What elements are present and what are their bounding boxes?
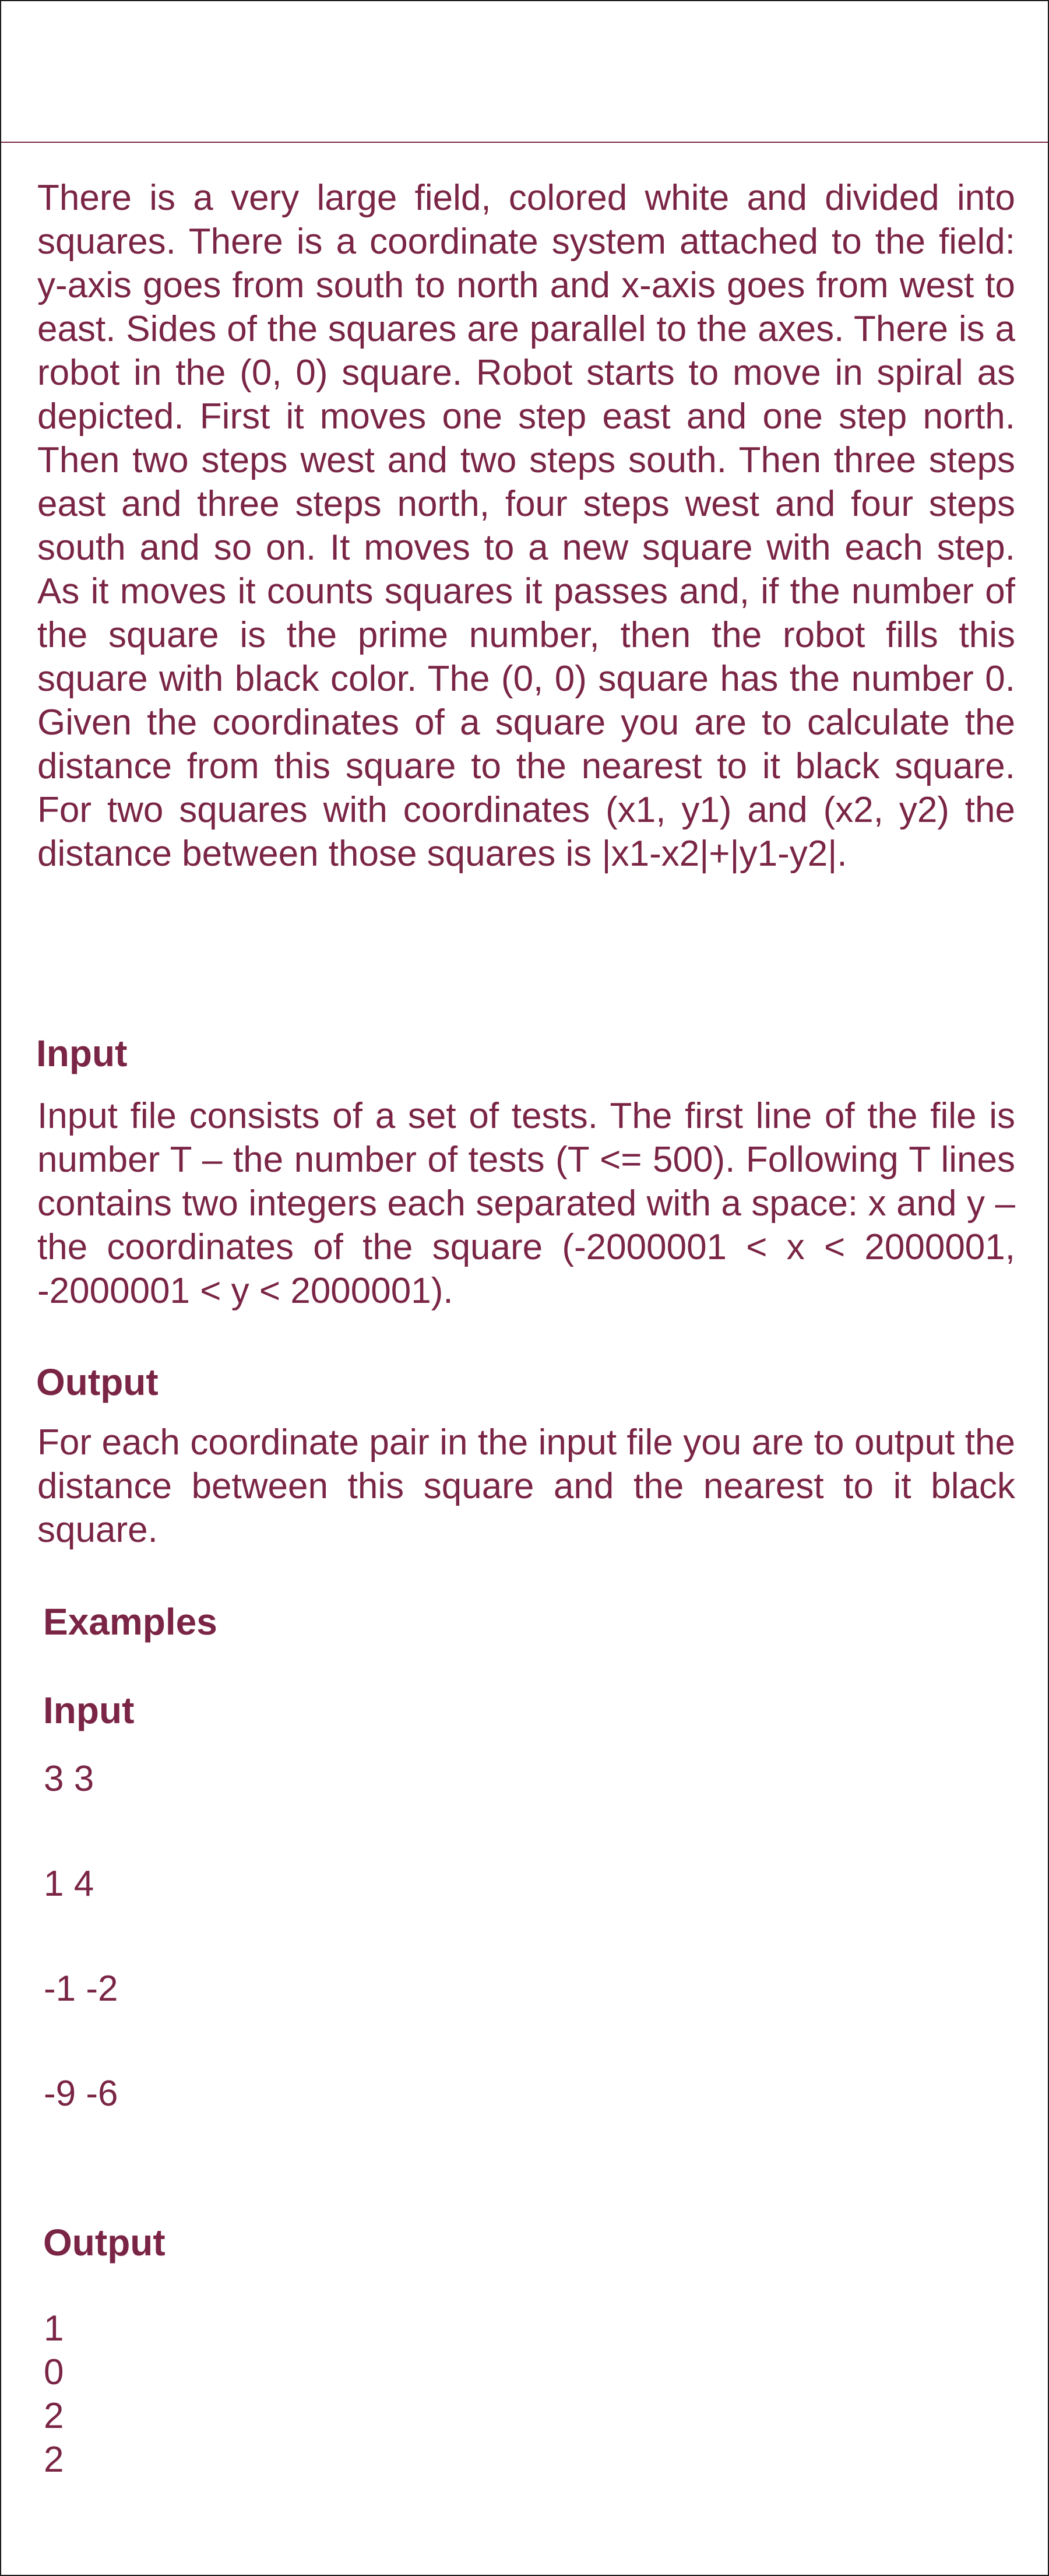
sample-output-line: 1 (44, 2308, 64, 2349)
sample-output-label: Output (43, 2222, 166, 2264)
problem-frame: There is a very large field, colored whi… (0, 0, 1049, 2576)
sample-output-line: 2 (44, 2440, 64, 2480)
problem-statement: There is a very large field, colored whi… (37, 178, 1015, 874)
input-heading: Input (36, 1032, 128, 1074)
sample-input-line: -1 -2 (44, 1969, 118, 2009)
sample-input-line: 3 3 (44, 1759, 94, 1799)
input-description: Input file consists of a set of tests. T… (37, 1096, 1015, 1311)
header-divider (1, 142, 1048, 143)
sample-output-line: 2 (44, 2396, 64, 2436)
sample-input-line: -9 -6 (44, 2074, 118, 2114)
sample-input-label: Input (43, 1689, 135, 1731)
sample-input-line: 1 4 (44, 1864, 94, 1904)
output-description: For each coordinate pair in the input fi… (37, 1422, 1015, 1550)
sample-output: 1 0 2 2 (44, 2307, 64, 2482)
examples-heading: Examples (43, 1601, 217, 1643)
output-heading: Output (36, 1361, 159, 1403)
sample-output-line: 0 (44, 2352, 64, 2392)
